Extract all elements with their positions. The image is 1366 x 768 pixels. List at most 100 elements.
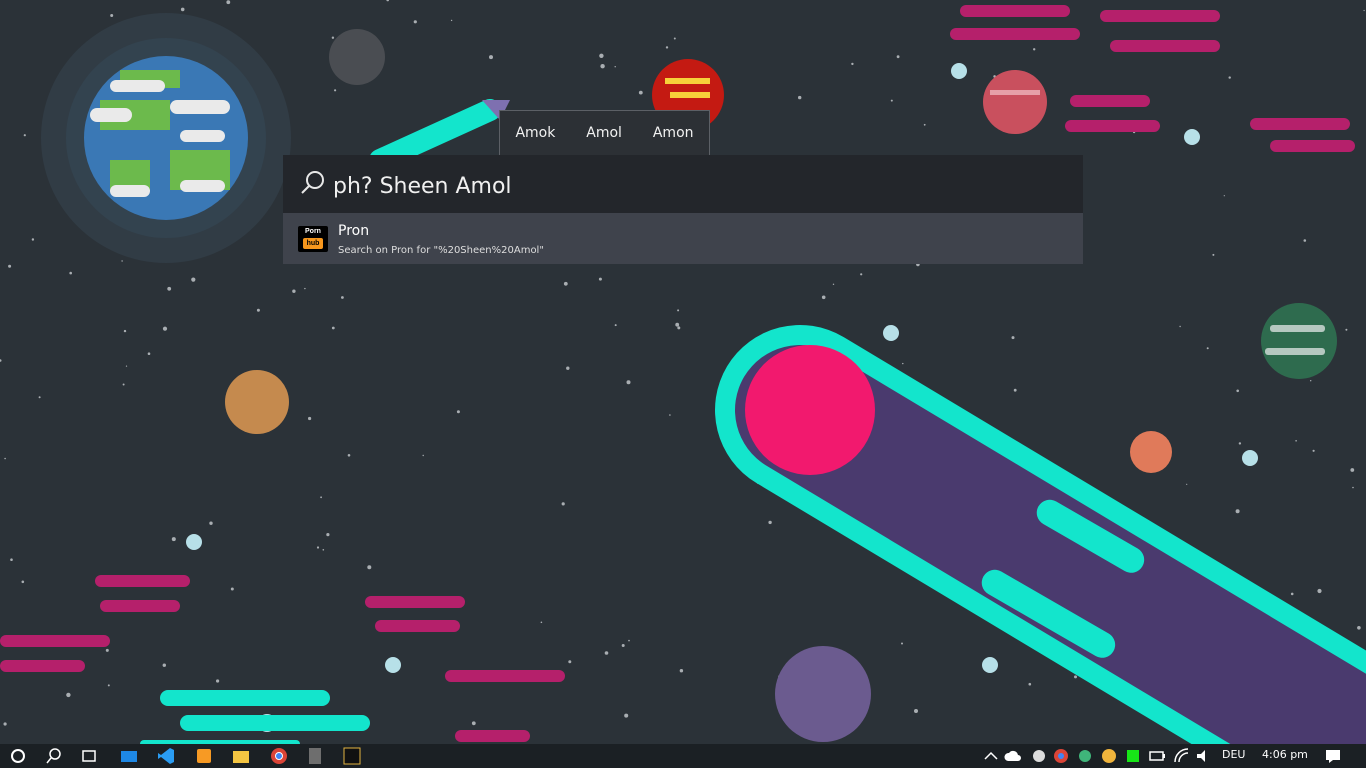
- star: [1345, 328, 1348, 331]
- battery-icon[interactable]: [1148, 747, 1166, 765]
- search-icon: [301, 171, 324, 194]
- wifi-icon[interactable]: [1173, 747, 1191, 765]
- search-input[interactable]: [333, 170, 1063, 202]
- star: [566, 366, 570, 370]
- star: [105, 648, 109, 652]
- star: [347, 454, 351, 457]
- star: [331, 326, 335, 330]
- star: [860, 273, 863, 276]
- star: [600, 63, 605, 69]
- search-icon[interactable]: [45, 747, 63, 765]
- chrome-tray-icon[interactable]: [1052, 747, 1070, 765]
- star: [1228, 76, 1231, 79]
- chevron-up-icon[interactable]: [982, 747, 1000, 765]
- star: [180, 7, 185, 12]
- star: [561, 502, 565, 506]
- star: [821, 295, 826, 300]
- star: [326, 533, 330, 537]
- star: [38, 396, 41, 399]
- star: [209, 521, 213, 525]
- star: [1303, 239, 1307, 242]
- star: [256, 308, 260, 312]
- star: [21, 580, 25, 584]
- star: [598, 277, 602, 281]
- app-tray-icon[interactable]: [1100, 747, 1118, 765]
- star: [1236, 389, 1239, 393]
- star: [162, 663, 166, 667]
- star: [679, 669, 684, 673]
- suggestion-bar: Amok Amol Amon: [499, 110, 710, 156]
- mail-icon[interactable]: [120, 747, 138, 765]
- star: [1011, 336, 1015, 340]
- star: [1310, 380, 1312, 382]
- star: [1028, 682, 1032, 686]
- star: [1206, 347, 1209, 350]
- star: [628, 639, 630, 642]
- status-green-icon[interactable]: [1124, 747, 1142, 765]
- star: [304, 287, 306, 290]
- star: [167, 286, 172, 291]
- star: [489, 55, 493, 60]
- terminal-icon[interactable]: [343, 747, 361, 765]
- star: [122, 383, 125, 386]
- search-result-row[interactable]: [283, 213, 1083, 264]
- pornhub-logo-icon: Porn hub: [298, 226, 328, 252]
- star: [66, 692, 71, 698]
- cloud-upload-icon[interactable]: [1004, 747, 1022, 765]
- star: [292, 289, 296, 293]
- star: [308, 416, 312, 421]
- logo-text-bottom: hub: [303, 238, 323, 249]
- star: [216, 679, 220, 683]
- calculator-icon[interactable]: [306, 747, 324, 765]
- star: [1238, 442, 1242, 445]
- suggestion-item[interactable]: Amon: [645, 125, 702, 141]
- star: [191, 277, 196, 282]
- star: [413, 20, 417, 24]
- star: [316, 546, 320, 549]
- star: [31, 238, 35, 241]
- star: [1363, 9, 1365, 12]
- suggestion-item[interactable]: Amok: [507, 125, 563, 141]
- task-view-icon[interactable]: [81, 747, 99, 765]
- star: [901, 642, 903, 645]
- star: [23, 134, 26, 137]
- file-explorer-icon[interactable]: [232, 747, 250, 765]
- star: [125, 365, 128, 367]
- language-indicator[interactable]: DEU: [1222, 748, 1245, 761]
- star: [923, 123, 926, 126]
- star: [1235, 509, 1240, 514]
- star: [621, 644, 625, 647]
- sync-icon[interactable]: [1076, 747, 1094, 765]
- star: [604, 651, 609, 655]
- star: [121, 260, 123, 262]
- star: [902, 362, 904, 365]
- volume-icon[interactable]: [1195, 747, 1213, 765]
- star: [1295, 440, 1297, 442]
- clock[interactable]: 4:06 pm: [1262, 748, 1308, 761]
- star: [367, 565, 372, 570]
- evernote-icon[interactable]: [1030, 747, 1048, 765]
- star: [1074, 675, 1077, 679]
- star: [665, 46, 669, 49]
- star: [123, 329, 127, 333]
- result-subtitle: Search on Pron for "%20Sheen%20Amol": [338, 245, 544, 256]
- sublime-icon[interactable]: [195, 747, 213, 765]
- star: [1357, 626, 1361, 630]
- vscode-icon[interactable]: [157, 747, 175, 765]
- suggestion-item[interactable]: Amol: [578, 125, 630, 141]
- star: [540, 621, 543, 624]
- star: [677, 309, 680, 312]
- start-icon[interactable]: [9, 747, 27, 765]
- star: [230, 587, 234, 591]
- logo-text-top: Porn: [305, 228, 321, 235]
- star: [422, 454, 424, 457]
- star: [320, 496, 322, 499]
- star: [851, 62, 854, 66]
- star: [896, 55, 900, 59]
- chrome-icon[interactable]: [270, 747, 288, 765]
- star: [471, 721, 476, 726]
- notifications-icon[interactable]: [1324, 747, 1342, 765]
- star: [107, 684, 110, 687]
- star: [614, 324, 617, 327]
- star: [624, 713, 629, 718]
